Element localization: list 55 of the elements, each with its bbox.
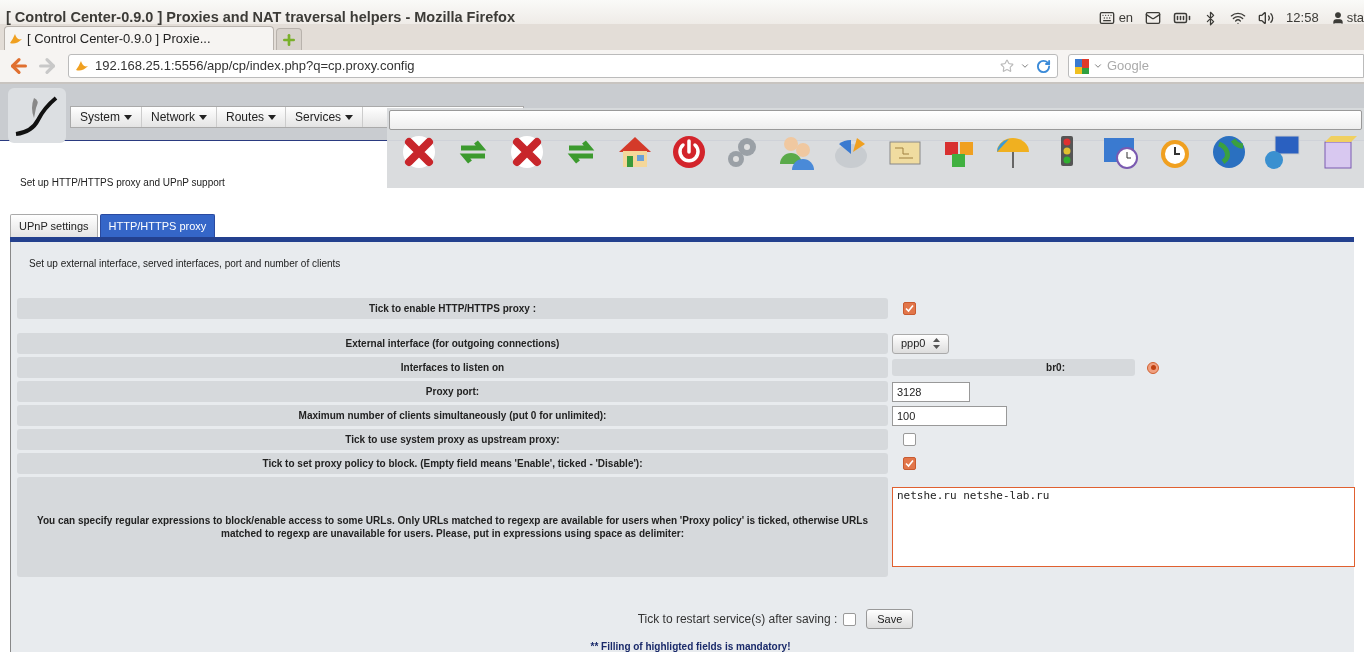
window-title: [ Control Center-0.9.0 ] Proxies and NAT traversal helpers - Mozilla Firefox [6,8,515,28]
input-field[interactable]: 3128 [892,381,970,402]
field-label: Tick to set proxy policy to block. (Empty field means 'Enable', ticked - 'Disable'): [17,453,888,474]
menu-item[interactable]: Routes [217,107,287,127]
dropdown-icon[interactable] [1093,61,1103,71]
caret-icon [345,114,354,120]
search-engine-icon [1075,58,1089,74]
field-label: Tick to use system proxy as upstream proxy: [17,429,888,450]
caret-icon [268,114,277,120]
radio-button[interactable] [1147,361,1159,374]
checkbox[interactable] [903,457,916,470]
keyboard-icon[interactable] [1098,10,1115,26]
clock[interactable]: 12:58 [1286,8,1319,28]
browser-tab[interactable]: [ Control Center-0.9.0 ] Proxie... [4,26,274,50]
url-field[interactable]: 192.168.25.1:5556/app/cp/index.php?q=cp.proxy.config [68,54,1058,78]
field-label: Maximum number of clients simultaneously (put 0 for unlimited): [17,405,888,426]
field-label: Tick to enable HTTP/HTTPS proxy : [17,298,888,319]
volume-icon[interactable] [1258,10,1275,26]
star-icon[interactable] [1000,59,1014,73]
language-indicator[interactable]: en [1118,8,1134,28]
menu-item[interactable]: Network [142,107,218,127]
interface-name: br0: [892,359,1135,376]
menu-item[interactable]: System [71,107,142,127]
mail-icon[interactable] [1145,10,1162,26]
save-button[interactable]: Save [866,609,914,629]
field-label: You can specify regular expressions to block/enable access to some URLs. Only URLs matched to regexp are available for users when 'Proxy policy' is ticked, otherwise URLs matched to regexp are unavailable for users. Please, put in expressions using space as delimiter: [17,477,888,577]
page-heading: Set up HTTP/HTTPS proxy and UPnP support [20,176,226,190]
user-icon[interactable] [1330,11,1345,25]
menu-item[interactable]: Services [286,107,364,127]
checkbox[interactable] [903,433,916,446]
field-label: External interface (for outgoing connections) [17,333,888,354]
back-icon[interactable] [8,55,30,77]
plus-icon [281,31,297,48]
tab[interactable]: UPnP settings [10,214,98,237]
mandatory-note: ** Filling of highligted fields is mandatory! [589,640,792,654]
spinner-icon [933,338,941,349]
dropdown-icon[interactable] [1020,61,1030,71]
site-icon [75,60,89,72]
field-label: Proxy port: [17,381,888,402]
field-label: Interfaces to listen on [17,357,888,378]
checkbox[interactable] [843,612,857,626]
reload-icon[interactable] [1036,58,1051,74]
checkbox[interactable] [903,302,916,315]
tab[interactable]: HTTP/HTTPS proxy [99,214,216,237]
user-name[interactable]: sta [1346,8,1364,28]
input-field[interactable]: 100 [892,405,1007,426]
panel-description: Set up external interface, served interfaces, port and number of clients [29,257,342,271]
regexp-textarea[interactable]: netshe.ru netshe-lab.ru [892,487,1355,567]
interface-select[interactable]: ppp0 [892,333,950,354]
restart-label: Tick to restart service(s) after saving : [637,611,838,628]
site-icon [9,32,23,45]
caret-icon [199,114,208,120]
caret-icon [124,114,132,120]
wifi-icon[interactable] [1230,10,1247,26]
app-logo[interactable] [8,88,66,143]
